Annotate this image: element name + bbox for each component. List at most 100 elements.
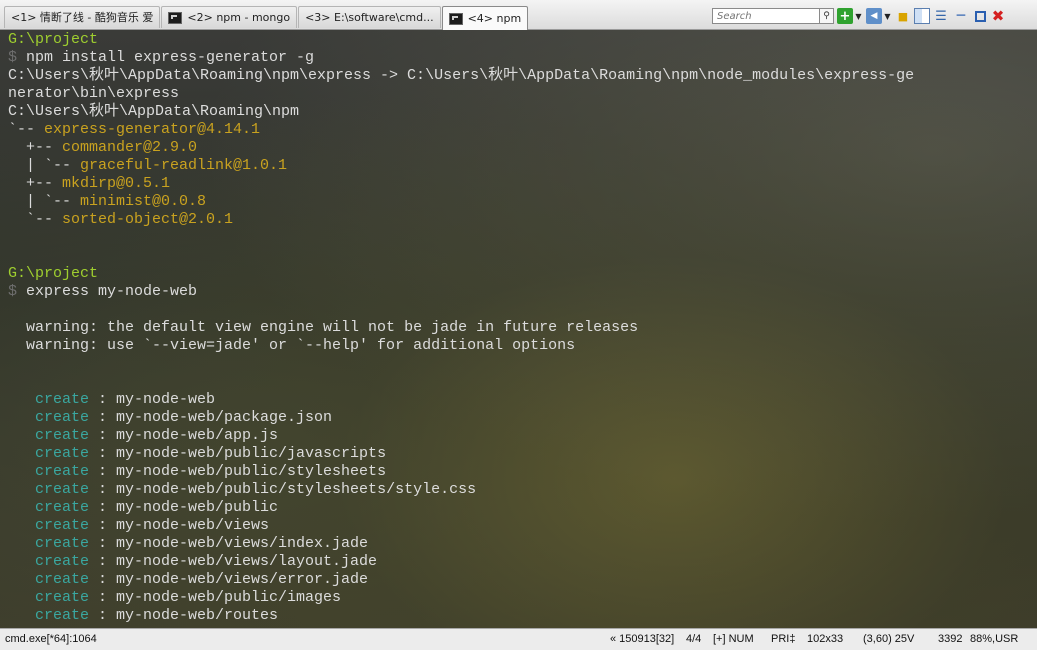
console-line: +-- commander@2.9.0 bbox=[8, 139, 197, 157]
close-icon[interactable]: ✖ bbox=[990, 7, 1006, 25]
console-text: | `-- bbox=[8, 157, 81, 174]
tab-4[interactable]: <4> npm bbox=[441, 6, 529, 30]
console-text: warning: use `--view=jade' or `--help' f… bbox=[8, 337, 576, 354]
console-text: +-- bbox=[8, 175, 63, 192]
console-text: : my-node-web/views/layout.jade bbox=[89, 553, 378, 570]
console-line: create : my-node-web bbox=[8, 391, 215, 409]
create-label: create bbox=[8, 517, 90, 534]
console-line: create : my-node-web/public/javascripts bbox=[8, 445, 386, 463]
tab-3[interactable]: <3> E:\software\cmd... bbox=[298, 6, 441, 28]
create-label: create bbox=[8, 481, 90, 498]
console-line: G:\project bbox=[8, 265, 98, 283]
console-line: | `-- minimist@0.0.8 bbox=[8, 193, 206, 211]
console-line: +-- mkdirp@0.5.1 bbox=[8, 175, 170, 193]
tab-bar: <1> 情断了线 - 酷狗音乐 爱 <2> npm - mongo <3> E:… bbox=[0, 0, 1037, 30]
panel-icon[interactable] bbox=[914, 8, 930, 24]
create-label: create bbox=[8, 499, 90, 516]
console-line: | `-- graceful-readlink@1.0.1 bbox=[8, 157, 287, 175]
console-line: create : my-node-web/views/layout.jade bbox=[8, 553, 377, 571]
prompt-symbol: $ bbox=[8, 49, 27, 66]
package-name: mkdirp@0.5.1 bbox=[62, 175, 171, 192]
status-priority: PRI‡ bbox=[771, 633, 796, 645]
status-cursor: (3,60) 25V bbox=[863, 633, 915, 645]
console-text: C:\Users\秋叶\AppData\Roaming\npm bbox=[8, 103, 300, 120]
lock-icon[interactable]: ■ bbox=[895, 8, 911, 24]
tab-label: <2> npm - mongo bbox=[187, 10, 291, 24]
prompt-symbol: $ bbox=[8, 283, 27, 300]
package-name: graceful-readlink@1.0.1 bbox=[80, 157, 288, 174]
console-line: nerator\bin\express bbox=[8, 85, 179, 103]
tab-1[interactable]: <1> 情断了线 - 酷狗音乐 爱 bbox=[4, 6, 161, 28]
tab-list: <1> 情断了线 - 酷狗音乐 爱 <2> npm - mongo <3> E:… bbox=[4, 6, 529, 30]
create-label: create bbox=[8, 535, 90, 552]
console-text: `-- bbox=[8, 211, 63, 228]
console-line: `-- sorted-object@2.0.1 bbox=[8, 211, 233, 229]
console-text: : my-node-web/views/index.jade bbox=[89, 535, 369, 552]
console-text: : my-node-web/app.js bbox=[89, 427, 279, 444]
console-text: `-- bbox=[8, 121, 45, 138]
console-text: : my-node-web bbox=[89, 391, 216, 408]
package-name: sorted-object@2.0.1 bbox=[62, 211, 234, 228]
console-line: `-- express-generator@4.14.1 bbox=[8, 121, 260, 139]
status-size: 102x33 bbox=[807, 633, 844, 645]
console-text: : my-node-web/routes bbox=[89, 607, 279, 624]
console-line: create : my-node-web/package.json bbox=[8, 409, 332, 427]
status-process: cmd.exe[*64]:1064 bbox=[5, 633, 97, 645]
tab-label: <1> 情断了线 - 酷狗音乐 爱 bbox=[11, 10, 154, 24]
status-zoom: 88%,USR bbox=[970, 633, 1019, 645]
console-line: create : my-node-web/routes bbox=[8, 607, 278, 625]
package-name: commander@2.9.0 bbox=[62, 139, 198, 156]
tab-2[interactable]: <2> npm - mongo bbox=[161, 6, 298, 28]
minimize-icon[interactable]: ─ bbox=[953, 8, 969, 24]
tab-label: <4> npm bbox=[467, 11, 522, 25]
toolbar: ⚲ + ▼ ◀ ▼ ■ ☰ ─ ✖ bbox=[712, 6, 1006, 26]
console-text: express my-node-web bbox=[26, 283, 198, 300]
search-input[interactable] bbox=[712, 8, 820, 24]
status-pid: 3392 bbox=[938, 633, 963, 645]
console-icon bbox=[448, 12, 463, 25]
list-icon[interactable]: ☰ bbox=[933, 8, 949, 24]
create-label: create bbox=[8, 427, 90, 444]
console-line: warning: use `--view=jade' or `--help' f… bbox=[8, 337, 575, 355]
console-line: create : my-node-web/public/stylesheets bbox=[8, 463, 386, 481]
package-name: minimist@0.0.8 bbox=[80, 193, 207, 210]
console-line: C:\Users\秋叶\AppData\Roaming\npm\express … bbox=[8, 67, 914, 85]
console-line: create : my-node-web/public/images bbox=[8, 589, 341, 607]
console-text: nerator\bin\express bbox=[8, 85, 180, 102]
console-line: create : my-node-web/public/stylesheets/… bbox=[8, 481, 476, 499]
view-icon[interactable]: ◀ bbox=[866, 8, 882, 24]
create-label: create bbox=[8, 409, 90, 426]
new-console-icon[interactable]: + bbox=[837, 8, 853, 24]
console-line: G:\project bbox=[8, 31, 98, 49]
console-line: create : my-node-web/public bbox=[8, 499, 278, 517]
create-label: create bbox=[8, 391, 90, 408]
console-text: : my-node-web/public bbox=[89, 499, 279, 516]
console-text: : my-node-web/public/stylesheets/style.c… bbox=[89, 481, 477, 498]
status-keys: [+] NUM bbox=[713, 633, 754, 645]
console-line: $ express my-node-web bbox=[8, 283, 197, 301]
prompt-path: G:\project bbox=[8, 265, 99, 282]
console-text: +-- bbox=[8, 139, 63, 156]
console-text: warning: the default view engine will no… bbox=[8, 319, 639, 336]
maximize-icon[interactable] bbox=[975, 10, 986, 22]
create-label: create bbox=[8, 445, 90, 462]
chevron-down-icon[interactable]: ▼ bbox=[883, 8, 892, 24]
console-output[interactable]: G:\project $ npm install express-generato… bbox=[0, 30, 1037, 628]
status-tab-index: 4/4 bbox=[686, 633, 702, 645]
console-line: create : my-node-web/views/index.jade bbox=[8, 535, 368, 553]
status-bar: cmd.exe[*64]:1064 « 150913[32] 4/4 [+] N… bbox=[0, 628, 1037, 650]
console-line: C:\Users\秋叶\AppData\Roaming\npm bbox=[8, 103, 299, 121]
package-name: express-generator@4.14.1 bbox=[44, 121, 261, 138]
console-line: $ npm install express-generator -g bbox=[8, 49, 314, 67]
search-icon[interactable]: ⚲ bbox=[820, 8, 834, 24]
console-text: : my-node-web/public/stylesheets bbox=[89, 463, 387, 480]
create-label: create bbox=[8, 589, 90, 606]
console-text: : my-node-web/public/images bbox=[89, 589, 342, 606]
create-label: create bbox=[8, 571, 90, 588]
console-text: : my-node-web/package.json bbox=[89, 409, 333, 426]
console-icon bbox=[168, 11, 183, 24]
console-text: npm install express-generator -g bbox=[26, 49, 315, 66]
chevron-down-icon[interactable]: ▼ bbox=[854, 8, 863, 24]
create-label: create bbox=[8, 553, 90, 570]
console-line: warning: the default view engine will no… bbox=[8, 319, 638, 337]
